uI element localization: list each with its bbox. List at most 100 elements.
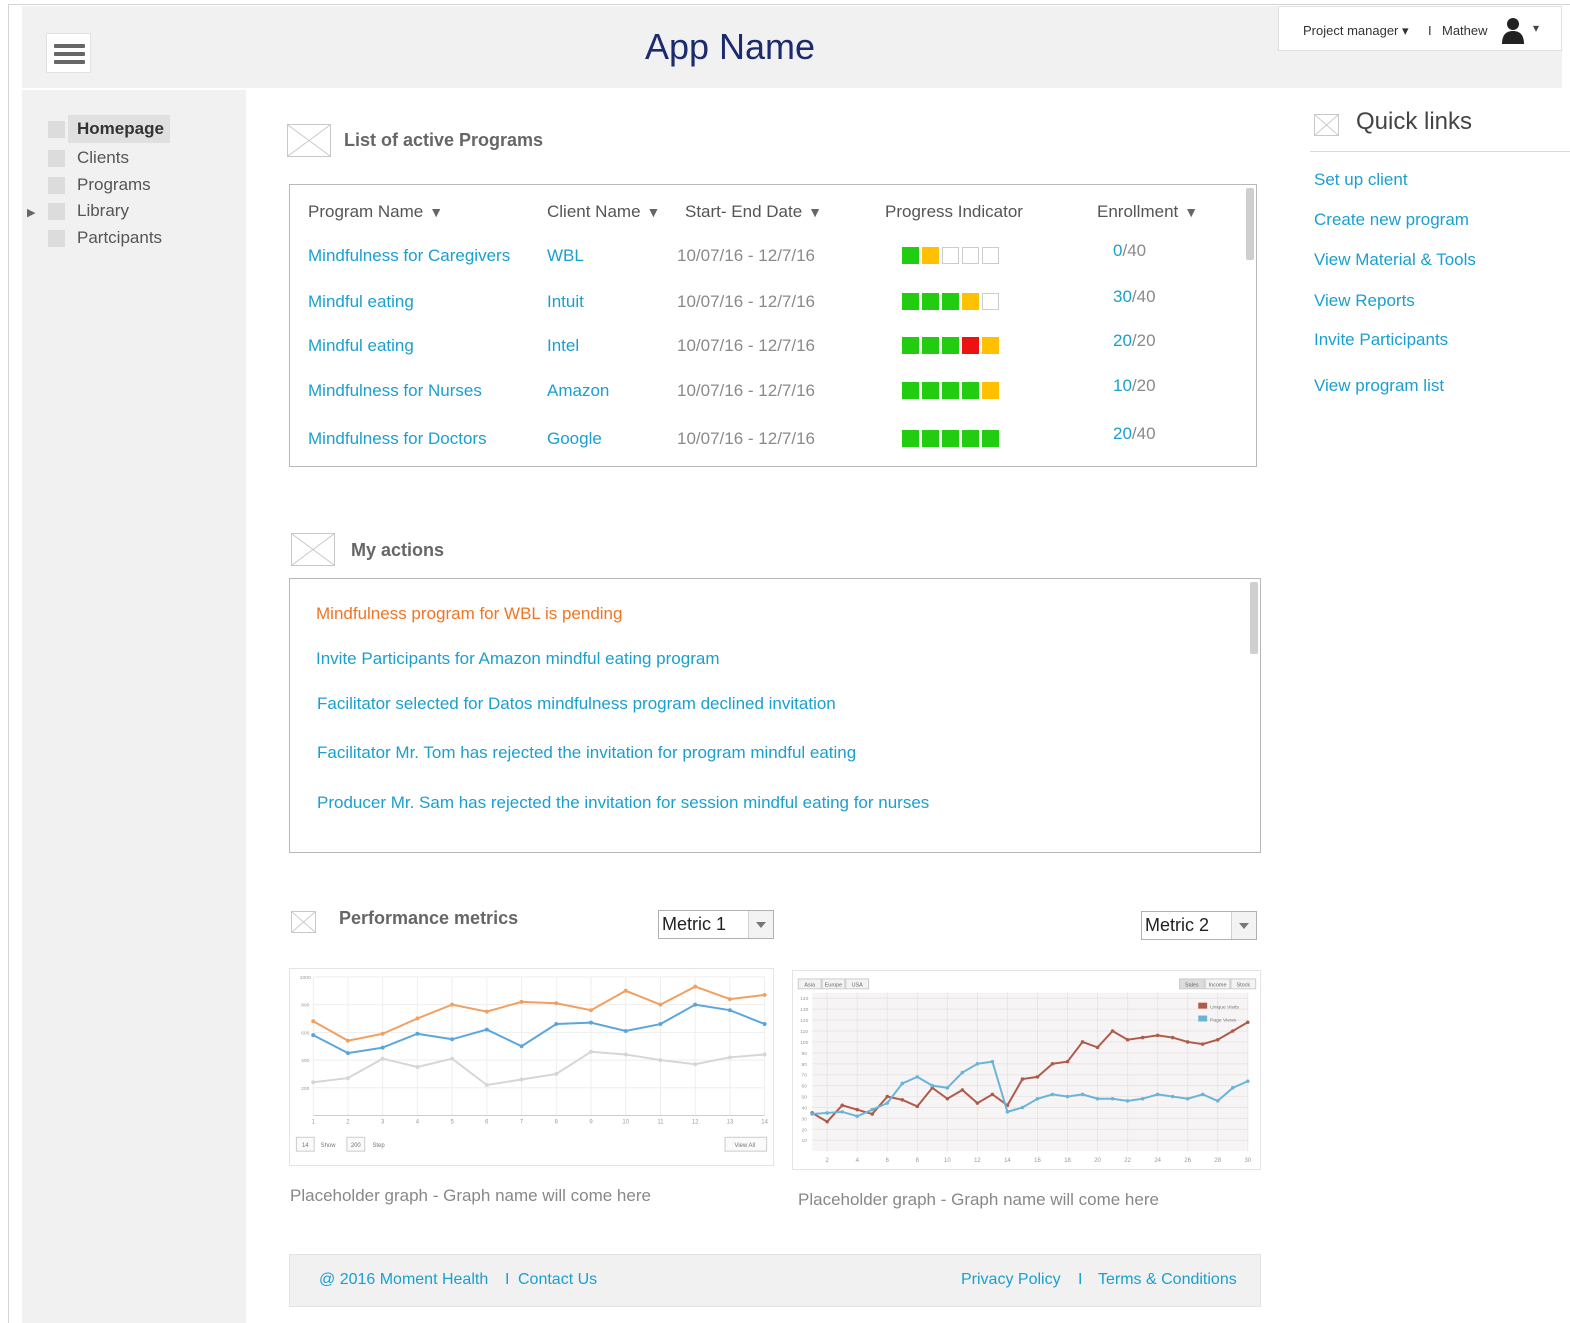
program-name-link[interactable]: Mindfulness for Caregivers [308,246,510,266]
enrollment-count[interactable]: 20/40 [1113,424,1156,444]
x-tick-label: 26 [1184,1158,1191,1164]
metric-2-select[interactable]: Metric 2 [1141,911,1257,940]
enrollment-count[interactable]: 20/20 [1113,331,1156,351]
enrollment-count[interactable]: 0/40 [1113,241,1146,261]
client-name-link[interactable]: WBL [547,246,584,266]
programs-image-placeholder-icon [287,124,331,157]
footer: @ 2016 Moment Health I Contact Us Privac… [289,1254,1261,1307]
x-tick-label: 13 [727,1119,734,1125]
legend-label: Page Views [1210,1017,1237,1023]
expand-arrow-icon[interactable]: ▶ [27,206,35,219]
column-header-client-name[interactable]: Client Name ▼ [547,202,660,222]
data-point [885,1101,890,1105]
column-header-program-name[interactable]: Program Name ▼ [308,202,443,222]
progress-square [902,430,919,447]
client-name-link[interactable]: Google [547,429,602,449]
data-point [589,1008,593,1013]
metrics-title: Performance metrics [339,908,519,928]
program-name-link[interactable]: Mindful eating [308,336,414,356]
client-name-link[interactable]: Amazon [547,381,609,401]
progress-square [902,247,919,264]
data-point [1200,1092,1205,1097]
user-menu-caret-icon[interactable]: ▾ [1533,21,1539,35]
quick-links-image-placeholder-icon [1314,114,1339,136]
programs-scrollbar[interactable] [1246,188,1254,260]
data-point [623,988,628,993]
data-point [900,1081,905,1086]
data-point [810,1112,814,1116]
chart-control-label: 14 [302,1143,309,1149]
data-point [1110,1096,1115,1101]
data-point [380,1056,385,1061]
enrollment-count[interactable]: 10/20 [1113,376,1156,396]
footer-privacy-link[interactable]: Privacy Policy [961,1271,1061,1289]
program-name-link[interactable]: Mindful eating [308,292,414,312]
action-item[interactable]: Facilitator selected for Datos mindfulne… [317,694,836,714]
footer-contact-link[interactable]: Contact Us [518,1271,597,1289]
progress-square [922,382,939,399]
x-tick-label: 12 [974,1158,981,1164]
client-name-link[interactable]: Intuit [547,292,584,312]
enrolled-value[interactable]: 20 [1113,331,1132,350]
column-header-dates[interactable]: Start- End Date ▼ [685,202,822,222]
program-name-link[interactable]: Mindfulness for Nurses [308,381,482,401]
enrolled-value[interactable]: 10 [1113,376,1132,395]
metric-1-select[interactable]: Metric 1 [658,910,774,939]
action-item[interactable]: Mindfulness program for WBL is pending [316,604,622,624]
chevron-down-icon[interactable] [748,911,773,938]
chart-1: 10008006004002001 2 3 4 5 6 7 8 9 10 11 12 13 1414 Sho… [289,968,774,1166]
x-tick-label: 24 [1154,1158,1161,1164]
sort-icon[interactable]: ▼ [647,204,661,220]
data-point [1245,1020,1250,1025]
data-point [900,1098,905,1102]
progress-square [902,382,919,399]
enrolled-value[interactable]: 20 [1113,424,1132,443]
x-tick-label: 22 [1124,1158,1131,1164]
quick-link-program-list[interactable]: View program list [1314,376,1444,396]
progress-indicator [902,247,1002,264]
chevron-down-icon[interactable] [1231,912,1256,939]
column-header-enrollment[interactable]: Enrollment ▼ [1097,202,1198,222]
quick-link-view-reports[interactable]: View Reports [1314,291,1415,311]
homepage-icon [48,121,65,138]
quick-link-create-program[interactable]: Create new program [1314,210,1469,230]
progress-square [942,382,959,399]
actions-scrollbar[interactable] [1250,582,1258,654]
chart-control-label: View All [735,1143,756,1149]
program-name-link[interactable]: Mindfulness for Doctors [308,429,487,449]
x-tick-label: 2 [826,1158,829,1164]
role-dropdown[interactable]: Project manager ▾ [1303,23,1409,39]
data-point [885,1094,890,1099]
progress-indicator [902,382,1002,399]
data-point [345,1051,350,1056]
user-menu[interactable]: Project manager ▾ I Mathew ▾ [1278,6,1562,51]
quick-link-set-up-client[interactable]: Set up client [1314,170,1408,190]
enrollment-count[interactable]: 30/40 [1113,287,1156,307]
data-point [693,1062,698,1067]
progress-square [982,430,999,447]
x-tick-label: 3 [381,1119,385,1125]
sort-icon[interactable]: ▼ [429,204,443,220]
data-point [1155,1092,1160,1097]
progress-square [902,293,919,310]
action-item[interactable]: Invite Participants for Amazon mindful e… [316,649,719,669]
sort-icon[interactable]: ▼ [808,204,822,220]
quick-link-invite-participants[interactable]: Invite Participants [1314,330,1448,350]
data-point [623,1052,628,1057]
progress-square [962,430,979,447]
data-point [1245,1079,1250,1084]
data-point [990,1059,995,1064]
sort-icon[interactable]: ▼ [1184,204,1198,220]
user-avatar-icon[interactable] [1501,16,1525,44]
action-item[interactable]: Producer Mr. Sam has rejected the invita… [317,793,929,813]
hamburger-menu-icon[interactable] [46,33,91,73]
series-line [312,1003,765,1055]
enrolled-value[interactable]: 30 [1113,287,1132,306]
app-name: App Name [644,26,816,67]
action-item[interactable]: Facilitator Mr. Tom has rejected the inv… [317,743,856,763]
footer-terms-link[interactable]: Terms & Conditions [1098,1271,1237,1289]
user-name[interactable]: Mathew [1442,23,1488,38]
x-tick-label: 20 [1094,1158,1101,1164]
quick-link-material-tools[interactable]: View Material & Tools [1314,250,1476,270]
client-name-link[interactable]: Intel [547,336,579,356]
